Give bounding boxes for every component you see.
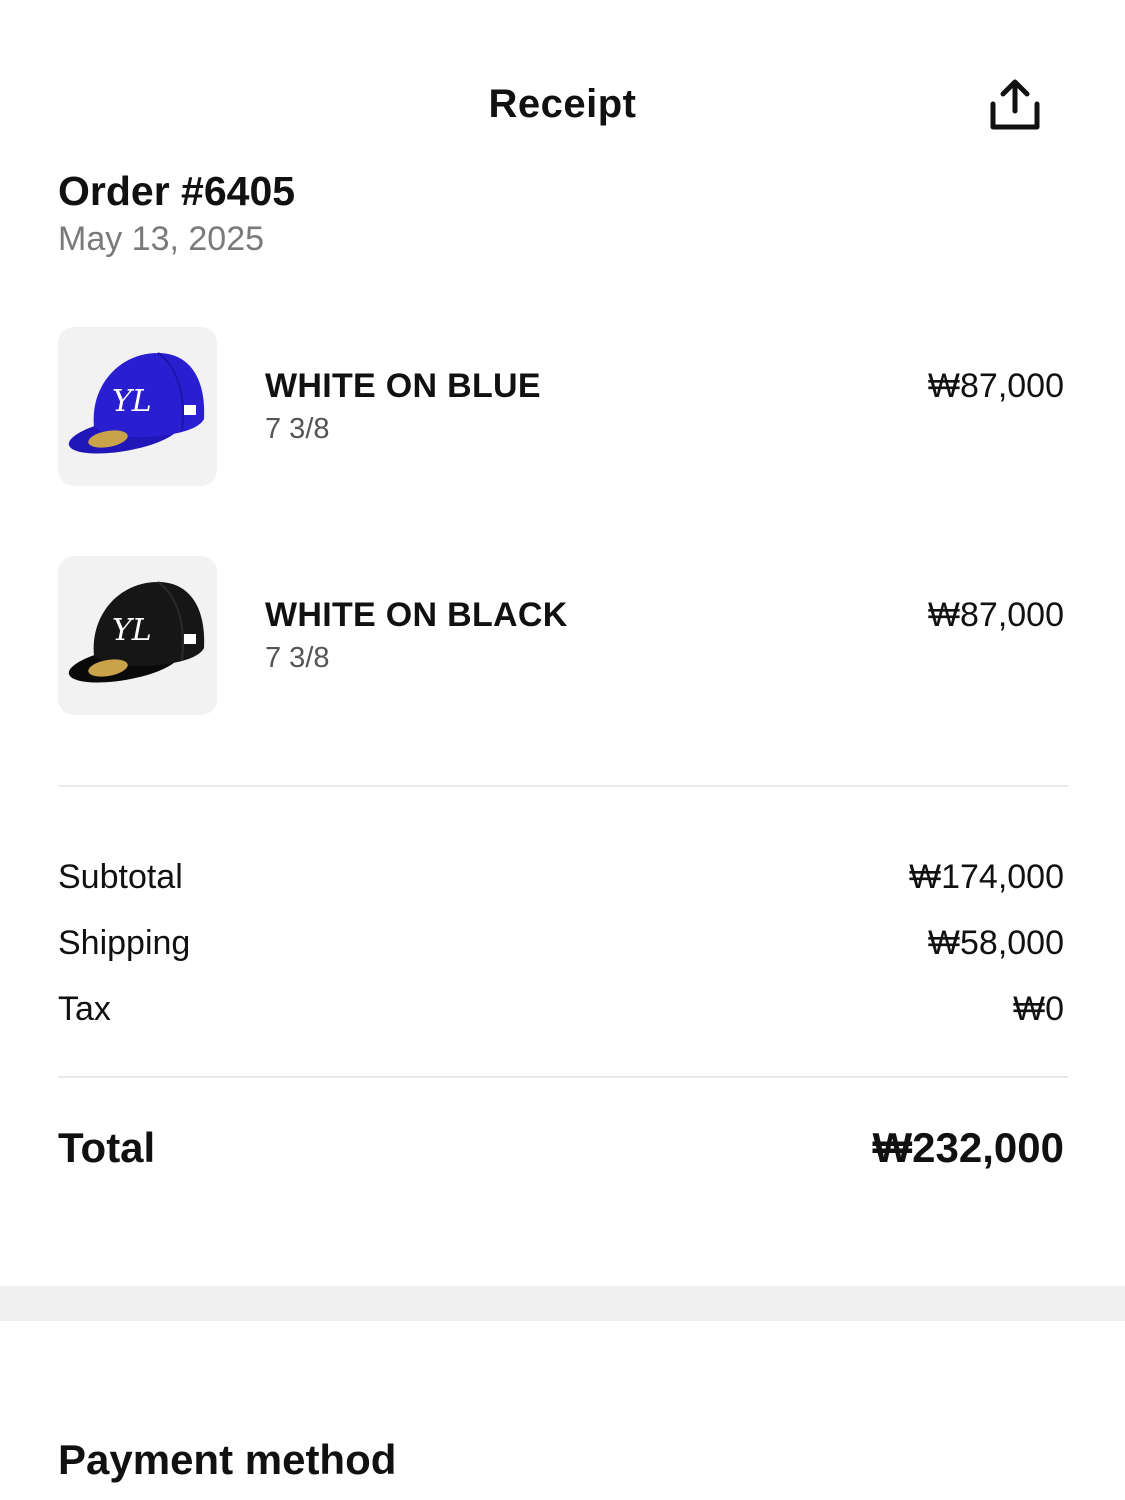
item-thumbnail: YL xyxy=(58,556,217,715)
subtotal-row: Subtotal ₩174,000 xyxy=(58,858,1066,908)
tax-label: Tax xyxy=(58,990,111,1028)
page-title: Receipt xyxy=(488,82,637,126)
subtotal-value: ₩174,000 xyxy=(909,858,1064,896)
divider xyxy=(58,785,1068,787)
tax-value: ₩0 xyxy=(1013,990,1064,1028)
divider xyxy=(58,1076,1068,1078)
order-number: Order #6405 xyxy=(58,168,296,214)
share-upload-icon xyxy=(990,79,1040,130)
item-thumbnail: YL xyxy=(58,327,217,486)
item-price: ₩87,000 xyxy=(927,367,1064,405)
item-price: ₩87,000 xyxy=(927,596,1064,634)
shipping-value: ₩58,000 xyxy=(927,924,1064,962)
tax-row: Tax ₩0 xyxy=(58,990,1066,1040)
item-name: WHITE ON BLACK xyxy=(265,596,568,634)
line-item[interactable]: YL WHITE ON BLACK 7 3/8 ₩87,000 xyxy=(58,556,1068,716)
total-value: ₩232,000 xyxy=(872,1124,1064,1171)
item-size: 7 3/8 xyxy=(265,413,330,445)
line-item[interactable]: YL WHITE ON BLUE 7 3/8 ₩87,000 xyxy=(58,327,1068,487)
shipping-label: Shipping xyxy=(58,924,191,962)
section-separator xyxy=(0,1286,1125,1321)
shipping-row: Shipping ₩58,000 xyxy=(58,924,1066,974)
share-button[interactable] xyxy=(980,74,1050,136)
subtotal-label: Subtotal xyxy=(58,858,183,896)
svg-text:YL: YL xyxy=(112,384,152,419)
order-date: May 13, 2025 xyxy=(58,220,265,258)
payment-method-heading: Payment method xyxy=(58,1436,397,1483)
item-size: 7 3/8 xyxy=(265,642,330,674)
blue-cap-image: YL xyxy=(68,352,205,454)
black-cap-image: YL xyxy=(68,581,205,683)
header-bar: Receipt xyxy=(0,60,1125,152)
total-row: Total ₩232,000 xyxy=(58,1124,1066,1180)
total-label: Total xyxy=(58,1124,156,1171)
svg-text:YL: YL xyxy=(112,613,152,648)
item-name: WHITE ON BLUE xyxy=(265,367,541,405)
order-info: Order #6405 May 13, 2025 xyxy=(58,166,295,262)
